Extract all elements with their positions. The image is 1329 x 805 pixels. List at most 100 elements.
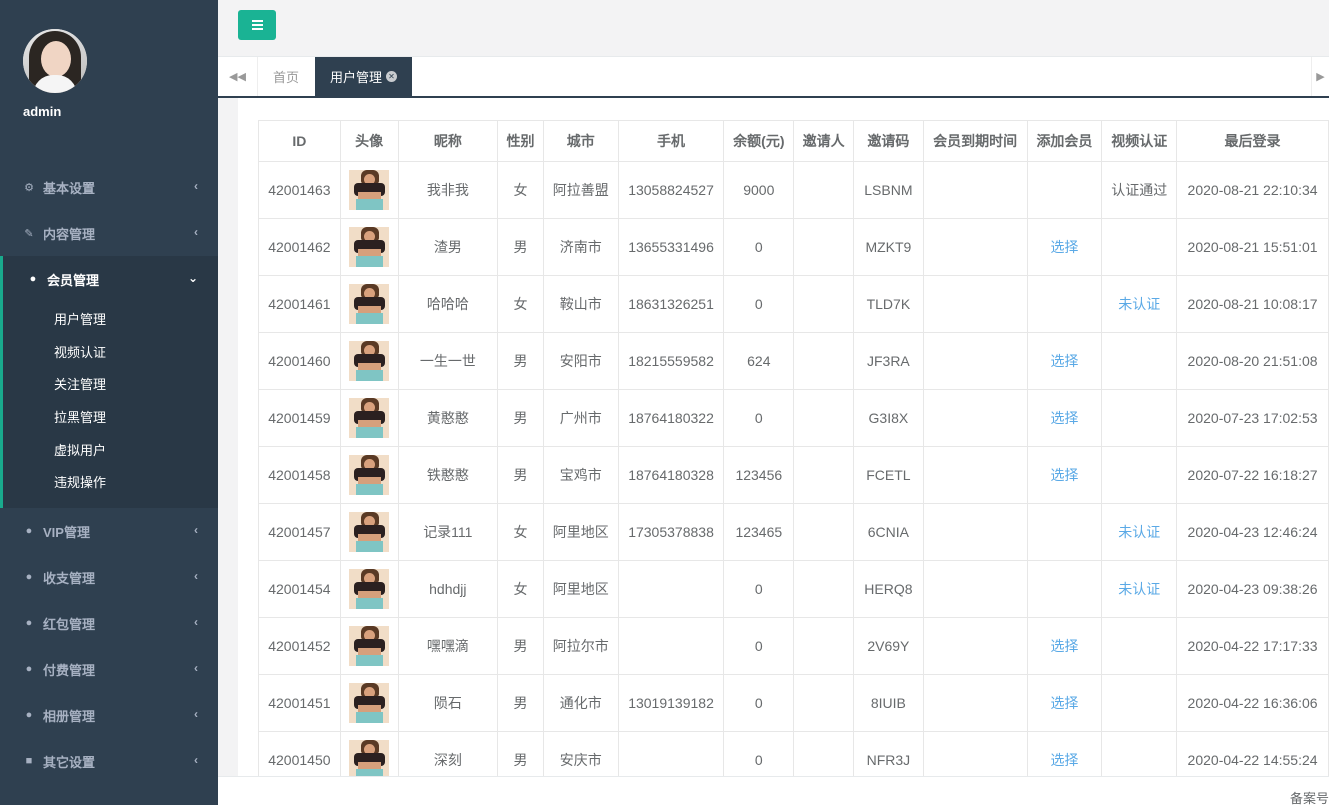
chevron-right-icon: ▶ [1316, 71, 1325, 83]
sidebar-item-paid[interactable]: ● 付费管理 ‹ [0, 646, 218, 692]
add-member-cell[interactable]: 选择 [1026, 446, 1103, 504]
gender-cell: 男 [497, 332, 544, 390]
avatar-thumbnail[interactable] [349, 569, 390, 609]
avatar-thumbnail[interactable] [349, 740, 390, 776]
submenu-item-blacklist[interactable]: 拉黑管理 [3, 400, 218, 433]
add-member-cell[interactable]: 选择 [1026, 617, 1103, 675]
submenu-item-virtual-users[interactable]: 虚拟用户 [3, 433, 218, 466]
submenu-item-violations[interactable]: 违规操作 [3, 465, 218, 498]
user-avatar-cell[interactable] [339, 218, 399, 276]
add-member-cell[interactable]: 选择 [1026, 389, 1103, 447]
video-verify-cell[interactable]: 未认证 [1101, 275, 1178, 333]
submenu-item-user-management[interactable]: 用户管理 [3, 302, 218, 335]
column-header[interactable]: 性别 [497, 120, 544, 162]
table-row[interactable]: 42001463 我非我女阿拉善盟 13058824527 9000 LSBNM 认证通过… [258, 161, 1329, 219]
user-avatar-cell[interactable] [339, 446, 399, 504]
table-row[interactable]: 42001452 嘿嘿滴男阿拉尔市 0 2V69Y 选择 2020-04-22 17:17… [258, 617, 1329, 675]
user-table-panel: ID 头像 昵称 性别 城市 手机 余额(元) 邀请人 邀请码 会员到期时间 添… [238, 98, 1329, 776]
book-icon: ■ [25, 755, 33, 768]
submenu-item-video-verify[interactable]: 视频认证 [3, 335, 218, 368]
sidebar-item-vip[interactable]: ● VIP管理 ‹ [0, 508, 218, 554]
chevron-left-icon: ‹ [194, 615, 198, 630]
avatar-thumbnail[interactable] [349, 341, 390, 381]
sidebar-item-members[interactable]: ● 会员管理 ⌄ [0, 256, 218, 302]
add-member-cell[interactable]: 选择 [1026, 332, 1103, 390]
column-header[interactable]: 邀请码 [853, 120, 924, 162]
user-avatar-cell[interactable] [339, 674, 399, 732]
menu-toggle-button[interactable] [238, 10, 276, 40]
column-header[interactable]: 添加会员 [1026, 120, 1103, 162]
user-id-cell: 42001460 [258, 332, 341, 390]
add-member-cell[interactable]: 选择 [1026, 731, 1103, 776]
table-row[interactable]: 42001450 深刻男安庆市 0 NFR3J 选择 2020-04-22 14:55:2… [258, 731, 1329, 776]
user-avatar-cell[interactable] [339, 731, 399, 776]
invite-code-cell: FCETL [853, 446, 924, 504]
avatar-thumbnail[interactable] [349, 398, 390, 438]
column-header[interactable]: 邀请人 [793, 120, 855, 162]
user-avatar-cell[interactable] [339, 389, 399, 447]
avatar-thumbnail[interactable] [349, 683, 390, 723]
user-avatar-cell[interactable] [339, 161, 399, 219]
gender-cell: 男 [497, 617, 544, 675]
tab-home[interactable]: 首页 [258, 57, 315, 96]
table-row[interactable]: 42001462 渣男男济南市 13655331496 0 MZKT9 选择 2020-08… [258, 218, 1329, 276]
column-header[interactable]: 手机 [617, 120, 725, 162]
sidebar-item-finance[interactable]: ● 收支管理 ‹ [0, 554, 218, 600]
inviter-cell [793, 674, 855, 732]
video-verify-cell[interactable]: 未认证 [1101, 503, 1178, 561]
user-avatar-cell[interactable] [339, 332, 399, 390]
table-body: 42001463 我非我女阿拉善盟 13058824527 9000 LSBNM 认证通过… [258, 161, 1329, 776]
column-header[interactable]: 余额(元) [723, 120, 795, 162]
phone-cell [617, 560, 725, 618]
column-header[interactable]: 头像 [339, 120, 399, 162]
tab-user-management[interactable]: 用户管理 ✕ [315, 57, 412, 96]
table-row[interactable]: 42001454 hdhdjj 女阿里地区 0 HERQ8 未认证 2020-04-23 0… [258, 560, 1329, 618]
user-avatar-cell[interactable] [339, 275, 399, 333]
avatar-thumbnail[interactable] [349, 455, 390, 495]
table-row[interactable]: 42001458 铁憨憨男宝鸡市 18764180328 123456 FCETL 选择 2… [258, 446, 1329, 504]
add-member-cell[interactable]: 选择 [1026, 674, 1103, 732]
add-member-cell[interactable]: 选择 [1026, 218, 1103, 276]
membership-expiry-cell [922, 275, 1028, 333]
column-header[interactable]: 城市 [542, 120, 619, 162]
column-header[interactable]: 视频认证 [1101, 120, 1178, 162]
table-row[interactable]: 42001460 一生一世男安阳市 18215559582 624 JF3RA 选择 202… [258, 332, 1329, 390]
table-row[interactable]: 42001461 哈哈哈女鞍山市 18631326251 0 TLD7K 未认证 2020-… [258, 275, 1329, 333]
invite-code-cell: NFR3J [853, 731, 924, 776]
last-login-cell: 2020-08-20 21:51:08 [1176, 332, 1329, 390]
sidebar-item-album[interactable]: ● 相册管理 ‹ [0, 692, 218, 738]
city-cell: 阿拉尔市 [542, 617, 619, 675]
video-verify-cell[interactable]: 未认证 [1101, 560, 1178, 618]
sidebar-item-content[interactable]: ✎ 内容管理 ‹ [0, 210, 218, 256]
admin-username[interactable]: admin [23, 104, 61, 119]
phone-cell [617, 617, 725, 675]
column-header[interactable]: 昵称 [397, 120, 499, 162]
avatar-thumbnail[interactable] [349, 626, 390, 666]
table-row[interactable]: 42001459 黄憨憨男广州市 18764180322 0 G3I8X 选择 2020-0… [258, 389, 1329, 447]
tabs-scroll-right-button[interactable]: ▶ [1311, 57, 1329, 96]
column-header[interactable]: 会员到期时间 [922, 120, 1028, 162]
submenu-item-follow[interactable]: 关注管理 [3, 367, 218, 400]
table-row[interactable]: 42001451 陨石男通化市 13019139182 0 8IUIB 选择 2020-04… [258, 674, 1329, 732]
inviter-cell [793, 218, 855, 276]
gender-cell: 男 [497, 674, 544, 732]
tabs-scroll-left-button[interactable]: ◀◀ [218, 57, 258, 96]
table-row[interactable]: 42001457 记录111 女阿里地区 17305378838 123465 6CNIA… [258, 503, 1329, 561]
sidebar-item-other-settings[interactable]: ■ 其它设置 ‹ [0, 738, 218, 784]
sidebar-item-red-packet[interactable]: ● 红包管理 ‹ [0, 600, 218, 646]
user-avatar-cell[interactable] [339, 560, 399, 618]
balance-cell: 123456 [723, 446, 795, 504]
user-icon: ● [29, 273, 37, 285]
avatar[interactable] [23, 29, 87, 93]
sidebar-item-basic-settings[interactable]: ⚙ 基本设置 ‹ [0, 164, 218, 210]
user-avatar-cell[interactable] [339, 617, 399, 675]
avatar-thumbnail[interactable] [349, 284, 390, 324]
column-header[interactable]: ID [258, 120, 341, 162]
last-login-cell: 2020-04-23 09:38:26 [1176, 560, 1329, 618]
avatar-thumbnail[interactable] [349, 170, 390, 210]
close-icon[interactable]: ✕ [386, 71, 397, 82]
avatar-thumbnail[interactable] [349, 512, 390, 552]
column-header[interactable]: 最后登录 [1176, 120, 1329, 162]
avatar-thumbnail[interactable] [349, 227, 390, 267]
user-avatar-cell[interactable] [339, 503, 399, 561]
